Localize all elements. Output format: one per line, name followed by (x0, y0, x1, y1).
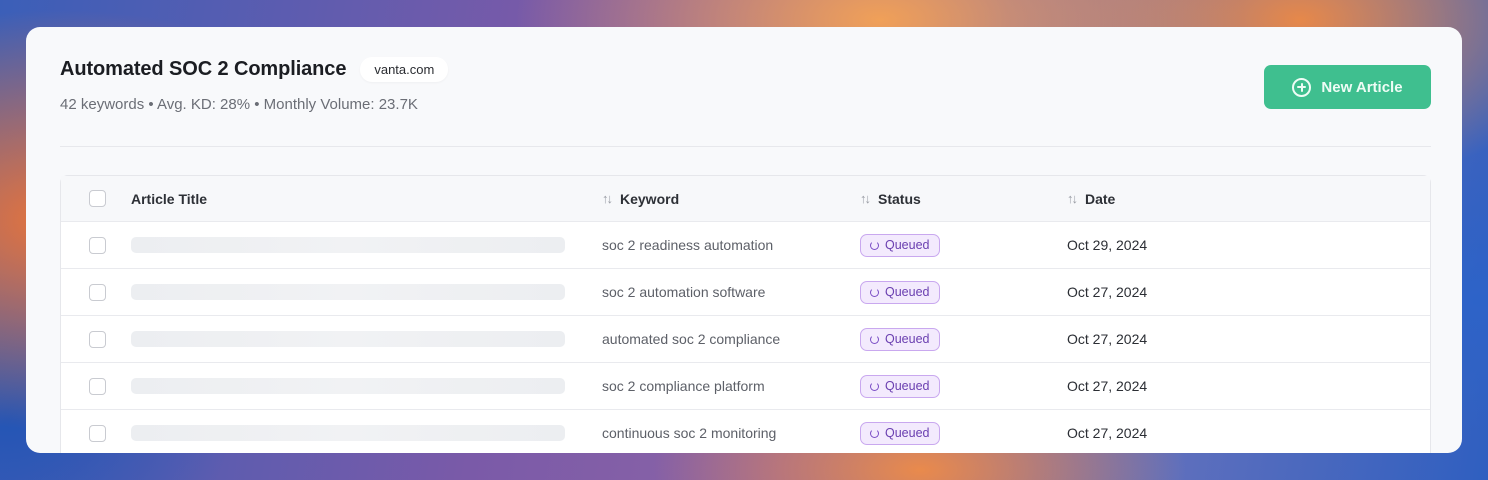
page-title: Automated SOC 2 Compliance (60, 58, 347, 80)
title-loading-skeleton (131, 284, 565, 300)
status-badge: Queued (860, 421, 941, 445)
table-row[interactable]: continuous soc 2 monitoring Queued Oct 2… (61, 410, 1430, 453)
project-card: Automated SOC 2 Compliance vanta.com 42 … (26, 27, 1462, 453)
table-row[interactable]: automated soc 2 compliance Queued Oct 27… (61, 316, 1430, 363)
date-cell: Oct 27, 2024 (1067, 425, 1148, 441)
status-badge: Queued (860, 233, 941, 257)
loading-spinner-icon (870, 428, 879, 438)
date-cell: Oct 29, 2024 (1067, 237, 1148, 253)
title-loading-skeleton (131, 237, 565, 253)
sort-icon: ↑↓ (1067, 191, 1078, 206)
plus-circle-icon (1292, 77, 1312, 97)
table-row[interactable]: soc 2 readiness automation Queued Oct 29… (61, 222, 1430, 269)
column-header-status[interactable]: ↑↓ Status (860, 176, 921, 221)
new-article-button[interactable]: New Article (1264, 65, 1431, 109)
table-row[interactable]: soc 2 automation software Queued Oct 27,… (61, 269, 1430, 316)
select-all-checkbox[interactable] (89, 190, 106, 207)
loading-spinner-icon (870, 334, 879, 344)
table-header-row: Article Title ↑↓ Keyword ↑↓ Status ↑↓ Da… (61, 176, 1430, 222)
column-header-date-label: Date (1085, 190, 1116, 207)
status-label: Queued (885, 426, 930, 440)
date-cell: Oct 27, 2024 (1067, 284, 1148, 300)
keyword-cell: soc 2 compliance platform (602, 378, 765, 394)
keyword-cell: soc 2 automation software (602, 284, 766, 300)
status-label: Queued (885, 285, 930, 299)
status-badge: Queued (860, 374, 941, 398)
date-cell: Oct 27, 2024 (1067, 378, 1148, 394)
status-badge: Queued (860, 280, 941, 304)
status-badge: Queued (860, 327, 941, 351)
column-header-date[interactable]: ↑↓ Date (1067, 176, 1115, 221)
sort-icon: ↑↓ (602, 191, 613, 206)
status-label: Queued (885, 332, 930, 346)
domain-chip: vanta.com (360, 57, 449, 82)
column-header-keyword-label: Keyword (620, 190, 680, 207)
divider (60, 146, 1431, 147)
loading-spinner-icon (870, 381, 879, 391)
title-row: Automated SOC 2 Compliance vanta.com (60, 57, 449, 82)
articles-table: Article Title ↑↓ Keyword ↑↓ Status ↑↓ Da… (60, 175, 1431, 453)
loading-spinner-icon (870, 287, 879, 297)
new-article-label: New Article (1321, 78, 1403, 96)
row-checkbox[interactable] (89, 377, 106, 395)
row-checkbox[interactable] (89, 236, 106, 254)
table-row[interactable]: soc 2 compliance platform Queued Oct 27,… (61, 363, 1430, 410)
column-header-title[interactable]: Article Title (131, 191, 207, 207)
keyword-cell: continuous soc 2 monitoring (602, 425, 777, 441)
date-cell: Oct 27, 2024 (1067, 331, 1148, 347)
column-header-status-label: Status (878, 190, 921, 207)
title-loading-skeleton (131, 331, 565, 347)
loading-spinner-icon (870, 240, 879, 250)
row-checkbox[interactable] (89, 283, 106, 301)
row-checkbox[interactable] (89, 330, 106, 348)
title-loading-skeleton (131, 425, 565, 441)
keyword-cell: automated soc 2 compliance (602, 331, 781, 347)
column-header-keyword[interactable]: ↑↓ Keyword (602, 176, 679, 221)
keyword-cell: soc 2 readiness automation (602, 237, 774, 253)
project-stats: 42 keywords • Avg. KD: 28% • Monthly Vol… (60, 96, 418, 113)
sort-icon: ↑↓ (860, 191, 871, 206)
title-loading-skeleton (131, 378, 565, 394)
status-label: Queued (885, 379, 930, 393)
row-checkbox[interactable] (89, 424, 106, 442)
status-label: Queued (885, 238, 930, 252)
